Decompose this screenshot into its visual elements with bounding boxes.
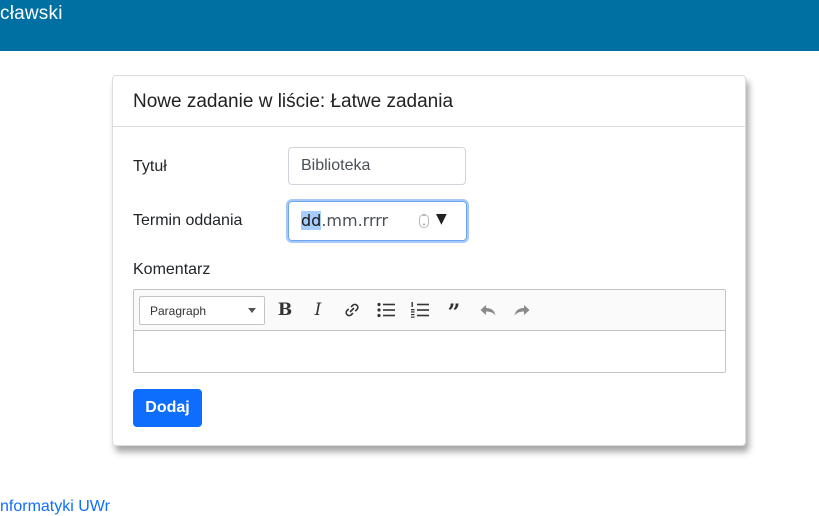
new-task-card: Nowe zadanie w liście: Łatwe zadania Tyt… (112, 75, 746, 446)
add-button-label: Dodaj (145, 399, 190, 416)
due-date-label: Termin oddania (133, 212, 243, 229)
editor-toolbar: Paragraph B I ” (134, 290, 725, 331)
top-navbar: cławski (0, 0, 819, 51)
undo-icon[interactable] (477, 299, 499, 321)
card-title: Nowe zadanie w liście: Łatwe zadania (133, 91, 454, 112)
link-icon[interactable] (341, 299, 363, 321)
paragraph-style-value: Paragraph (150, 304, 207, 318)
block-quote-icon[interactable]: ” (443, 299, 465, 324)
due-date-input[interactable]: dd.mm.rrrr ⌃ ⌄ ▼ (288, 201, 467, 241)
title-input-value: Biblioteka (301, 157, 371, 174)
italic-icon[interactable]: I (307, 299, 329, 321)
navbar-brand[interactable]: cławski (0, 3, 63, 25)
rich-text-editor: Paragraph B I ” (133, 289, 726, 373)
bold-icon[interactable]: B (274, 299, 296, 321)
date-rest-segments[interactable]: .mm.rrrr (321, 211, 388, 230)
date-day-segment[interactable]: dd (301, 211, 322, 230)
editor-content-area[interactable] (134, 331, 725, 372)
title-input[interactable]: Biblioteka (288, 147, 466, 185)
card-header: Nowe zadanie w liście: Łatwe zadania (113, 76, 745, 127)
add-button[interactable]: Dodaj (133, 389, 202, 427)
chevron-down-icon (248, 308, 256, 313)
date-spinner-icon[interactable]: ⌃ ⌄ (419, 214, 429, 228)
bulleted-list-icon[interactable] (375, 299, 397, 321)
redo-icon[interactable] (511, 299, 533, 321)
date-picker-dropdown-icon[interactable]: ▼ (436, 211, 447, 227)
footer-institute-link[interactable]: nformatyki UWr (0, 498, 110, 516)
paragraph-style-select[interactable]: Paragraph (139, 296, 265, 325)
comment-label: Komentarz (133, 261, 211, 278)
title-label: Tytuł (133, 158, 167, 175)
numbered-list-icon[interactable] (409, 299, 431, 321)
